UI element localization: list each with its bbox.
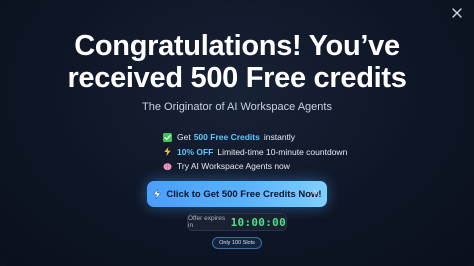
feature-prefix: Get [177, 132, 191, 142]
headline-line-2: received 500 Free credits [67, 62, 407, 94]
brain-icon [162, 161, 173, 172]
lightning-icon [162, 146, 173, 157]
feature-highlight: 10% OFF [177, 146, 214, 157]
claim-credits-button[interactable]: Click to Get 500 Free Credits Now! [147, 181, 327, 207]
promo-modal: Congratulations! You’ve received 500 Fre… [0, 0, 474, 266]
feature-suffix: Try AI Workspace Agents now [177, 161, 290, 171]
check-mark-icon [162, 132, 173, 143]
feature-highlight: 500 Free Credits [193, 132, 260, 142]
slots-badge: Only 100 Slots [212, 237, 262, 249]
feature-item-credits: Get 500 Free Credits instantly [162, 130, 362, 145]
countdown-label: Offer expires in [188, 215, 226, 229]
close-icon[interactable] [450, 6, 464, 20]
headline: Congratulations! You’ve received 500 Fre… [0, 30, 474, 94]
feature-suffix: instantly [263, 132, 296, 142]
countdown-value: 10:00:00 [230, 215, 286, 229]
feature-list: Get 500 Free Credits instantly 10% OFF L… [162, 130, 362, 174]
claim-credits-label: Click to Get 500 Free Credits Now! [166, 188, 322, 200]
subtitle: The Originator of AI Workspace Agents [142, 101, 332, 113]
sparkle-icon [311, 189, 319, 197]
countdown-timer: Offer expires in 10:00:00 [187, 213, 287, 231]
feature-item-discount: 10% OFF Limited-time 10-minute countdown [162, 145, 362, 160]
feature-item-try: Try AI Workspace Agents now [162, 159, 362, 174]
headline-line-1: Congratulations! You’ve [74, 30, 400, 62]
feature-suffix: Limited-time 10-minute countdown [217, 146, 348, 157]
lightning-icon [152, 189, 162, 199]
